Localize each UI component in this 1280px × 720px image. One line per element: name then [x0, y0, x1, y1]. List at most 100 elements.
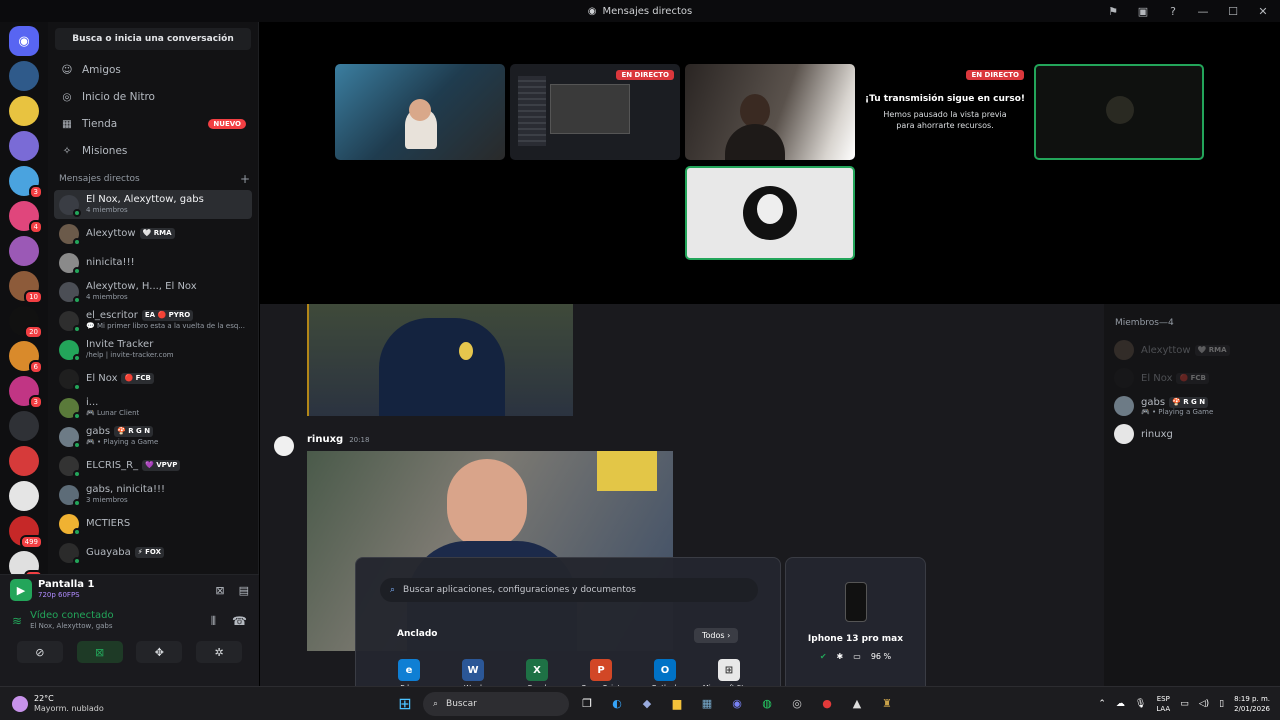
nav-item-quests[interactable]: ✧ Misiones — [48, 137, 258, 164]
close-button[interactable]: ✕ — [1250, 0, 1276, 22]
dm-section-header: Mensajes directos + — [48, 168, 258, 190]
dm-name: Alexyttow, H..., El Nox — [86, 280, 197, 292]
server-icon[interactable] — [9, 61, 39, 91]
dm-item[interactable]: gabs, ninicita!!! 3 miembros — [54, 480, 252, 509]
dm-item[interactable]: Invite Tracker/help | invite-tracker.com — [54, 335, 252, 364]
status-indicator — [73, 440, 81, 449]
start-search-field[interactable]: ⌕ Buscar aplicaciones, configuraciones y… — [380, 578, 758, 602]
inbox-flag-icon[interactable]: ⚑ — [1100, 0, 1126, 22]
whatsapp-icon[interactable]: ◍ — [755, 692, 779, 716]
game-icon[interactable]: ♜ — [875, 692, 899, 716]
dm-item[interactable]: ninicita!!! — [54, 248, 252, 277]
discord-icon[interactable]: ◉ — [725, 692, 749, 716]
search-conversation-button[interactable]: Busca o inicia una conversación — [55, 28, 251, 50]
dm-item[interactable]: Guayaba ⚡ FOX — [54, 538, 252, 567]
soundboard-button[interactable]: ✲ — [196, 641, 243, 663]
create-dm-button[interactable]: + — [240, 172, 250, 186]
server-icon[interactable] — [9, 131, 39, 161]
member-name: Alexyttow — [1141, 344, 1191, 356]
battery-icon[interactable]: ▯ — [1219, 699, 1224, 709]
maximize-button[interactable]: ☐ — [1220, 0, 1246, 22]
unread-badge: 20 — [24, 325, 43, 339]
guild-tag: 🤍 RMA — [139, 228, 175, 239]
stream-tile-camera[interactable] — [685, 64, 855, 160]
server-icon[interactable] — [9, 481, 39, 511]
dm-icon: ◉ — [587, 5, 597, 17]
dm-name: Alexyttow — [86, 228, 136, 239]
disconnect-icon[interactable]: ☎ — [232, 614, 247, 628]
edge-icon[interactable]: ◐ — [605, 692, 629, 716]
network-icon[interactable]: ▭ — [1180, 699, 1189, 709]
server-icon[interactable]: 6 — [9, 341, 43, 374]
member-list-title: Miembros—4 — [1115, 318, 1174, 328]
nav-item-friends[interactable]: ☺ Amigos — [48, 56, 258, 83]
server-icon[interactable] — [9, 96, 39, 126]
dm-item[interactable]: gabs 🍄 R G N 🎮 • Playing a Game — [54, 422, 252, 451]
clock[interactable]: 8:19 p. m. 2/01/2026 — [1234, 694, 1270, 714]
member-name: gabs — [1141, 396, 1166, 408]
noise-suppression-icon[interactable]: ⦀ — [211, 614, 216, 629]
dm-item[interactable]: Alexyttow 🤍 RMA — [54, 219, 252, 248]
nav-item-store[interactable]: ▦ Tienda NUEVO — [48, 110, 258, 137]
server-icon[interactable] — [9, 236, 39, 266]
server-icon[interactable]: 499 — [9, 516, 43, 549]
member-name: rinuxg — [1141, 428, 1173, 440]
nav-item-nitro[interactable]: ◎ Inicio de Nitro — [48, 83, 258, 110]
microphone-icon[interactable]: 🎙 — [1135, 699, 1146, 709]
clock-date: 2/01/2026 — [1234, 704, 1270, 713]
server-icon[interactable]: 3 — [9, 166, 43, 199]
language-indicator[interactable]: ESP LAA — [1156, 694, 1170, 714]
member-item[interactable]: El Nox 🔴 FCB — [1104, 364, 1280, 392]
screen-share-button[interactable]: ⊠ — [76, 641, 123, 663]
chevron-up-icon[interactable]: ⌃ — [1098, 699, 1106, 709]
message-author[interactable]: rinuxg — [307, 434, 343, 445]
discord-home-icon[interactable]: ◉ — [9, 26, 39, 56]
chrome-icon[interactable]: ◎ — [785, 692, 809, 716]
message-avatar[interactable] — [274, 436, 294, 456]
server-icon[interactable]: 20 — [9, 306, 43, 339]
dm-item[interactable]: i... 🎮 Lunar Client — [54, 393, 252, 422]
chat-media-image[interactable] — [307, 304, 573, 416]
stream-tile-webcam[interactable] — [335, 64, 505, 160]
app-icon[interactable]: ▲ — [845, 692, 869, 716]
dm-item[interactable]: el_escritor EA 🔴 PYRO 💬 Mi primer libro es… — [54, 306, 252, 335]
taskbar-search[interactable]: ⌕ Buscar — [423, 691, 569, 716]
file-explorer-icon[interactable]: ▆ — [665, 692, 689, 716]
server-icon[interactable] — [9, 446, 39, 476]
task-view-icon[interactable]: ❐ — [575, 692, 599, 716]
stream-tile-selected[interactable] — [1034, 64, 1204, 160]
camera-off-button[interactable]: ⊘ — [16, 641, 63, 663]
server-icon[interactable]: 3 — [9, 376, 43, 409]
all-apps-button[interactable]: Todos › — [694, 628, 739, 643]
app-icon: X — [526, 659, 548, 681]
server-icon[interactable]: 10 — [9, 271, 43, 304]
weather-widget[interactable]: 22°C Mayorm. nublado — [0, 694, 300, 714]
stop-stream-icon[interactable]: ⊠ — [215, 584, 224, 597]
stream-tile-screen[interactable]: EN DIRECTO — [510, 64, 680, 160]
dm-item[interactable]: Alexyttow, H..., El Nox 4 miembros — [54, 277, 252, 306]
inbox-icon[interactable]: ▣ — [1130, 0, 1156, 22]
guild-tag: 🍄 R G N — [1169, 396, 1209, 408]
help-icon[interactable]: ? — [1160, 0, 1186, 22]
voice-channel[interactable]: El Nox, Alexyttow, gabs — [30, 621, 203, 632]
activities-button[interactable]: ✥ — [136, 641, 183, 663]
dm-item[interactable]: El Nox, Alexyttow, gabs 4 miembros — [54, 190, 252, 219]
dm-item[interactable]: MCTIERS — [54, 509, 252, 538]
store-icon[interactable]: ▦ — [695, 692, 719, 716]
member-item[interactable]: Alexyttow 🤍 RMA — [1104, 336, 1280, 364]
copilot-icon[interactable]: ◆ — [635, 692, 659, 716]
member-item[interactable]: gabs 🍄 R G N 🎮 • Playing a Game — [1104, 392, 1280, 420]
minimize-button[interactable]: — — [1190, 0, 1216, 22]
dm-item[interactable]: El Nox 🔴 FCB — [54, 364, 252, 393]
windows-start-icon[interactable]: ⊞ — [393, 692, 417, 716]
app-icon[interactable]: ● — [815, 692, 839, 716]
weather-temp: 22°C — [34, 693, 54, 703]
dm-item[interactable]: ELCRIS_R_ 💜 VPVP — [54, 451, 252, 480]
stream-tile-avatar[interactable] — [685, 166, 855, 260]
server-icon[interactable] — [9, 411, 39, 441]
member-item[interactable]: rinuxg — [1104, 420, 1280, 448]
stream-settings-icon[interactable]: ▤ — [239, 584, 249, 597]
server-icon[interactable]: 4 — [9, 201, 43, 234]
onedrive-icon[interactable]: ☁ — [1116, 699, 1125, 709]
volume-icon[interactable]: ◁) — [1199, 699, 1209, 709]
